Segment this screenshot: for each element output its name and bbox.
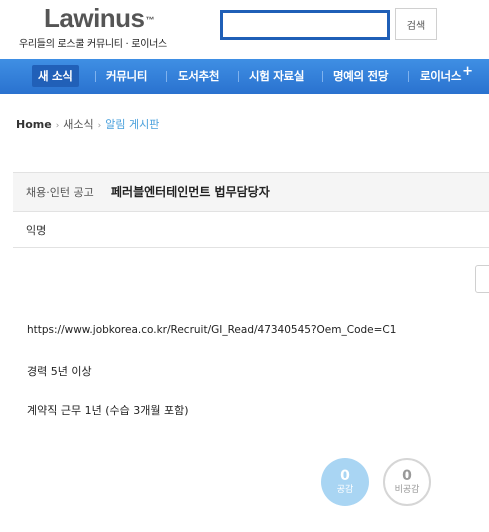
nav-item-community[interactable]: 커뮤니티 [106,65,147,87]
nav-item-lawinus-plus[interactable]: 로이너스+ [420,64,473,87]
post-title: 페러블엔터테인먼트 법무담당자 [111,185,270,199]
nav-divider [238,71,239,82]
post-body-line: 계약직 근무 1년 (수습 3개월 포함) [27,404,189,417]
plus-icon: + [462,64,473,79]
nav-divider [322,71,323,82]
dislike-label: 비공감 [394,485,420,495]
logo-trademark: ™ [145,15,155,25]
logo-text: Lawinus [44,3,145,33]
nav-divider [95,71,96,82]
like-label: 공감 [336,485,354,495]
nav-item-label: 로이너스 [420,69,462,83]
breadcrumb-home[interactable]: Home [16,118,52,131]
breadcrumb-current[interactable]: 알림 게시판 [105,118,159,131]
nav-divider [408,71,409,82]
nav-item-hall-of-fame[interactable]: 명예의 전당 [333,65,388,87]
nav-divider [166,71,167,82]
like-button[interactable]: 0 공감 [321,458,369,506]
nav-item-books[interactable]: 도서추천 [178,65,219,87]
dislike-button[interactable]: 0 비공감 [383,458,431,506]
nav-item-news[interactable]: 새 소식 [32,65,79,87]
site-tagline: 우리들의 로스쿨 커뮤니티 · 로이너스 [19,39,167,50]
search-input[interactable] [220,10,390,40]
main-nav: 새 소식 커뮤니티 도서추천 시험 자료실 명예의 전당 로이너스+ [0,59,489,94]
chevron-right-icon: › [55,121,60,131]
chevron-right-icon: › [97,121,102,131]
post-body-line: 경력 5년 이상 [27,365,92,378]
breadcrumb-news[interactable]: 새소식 [63,118,93,131]
search-button[interactable]: 검색 [395,8,437,40]
post-category: 채용·인턴 공고 [26,186,94,199]
post-author: 익명 [26,224,47,237]
author-row: 익명 [13,212,489,248]
post-link[interactable]: https://www.jobkorea.co.kr/Recruit/GI_Re… [27,324,396,336]
site-logo[interactable]: Lawinus™ [44,4,154,32]
like-count: 0 [340,468,350,484]
dislike-count: 0 [402,468,412,484]
nav-item-exam-archive[interactable]: 시험 자료실 [249,65,304,87]
post-options-button[interactable] [475,265,489,293]
post-header: 채용·인턴 공고 페러블엔터테인먼트 법무담당자 [13,172,489,212]
breadcrumb: Home › 새소식 › 알림 게시판 [16,116,159,132]
